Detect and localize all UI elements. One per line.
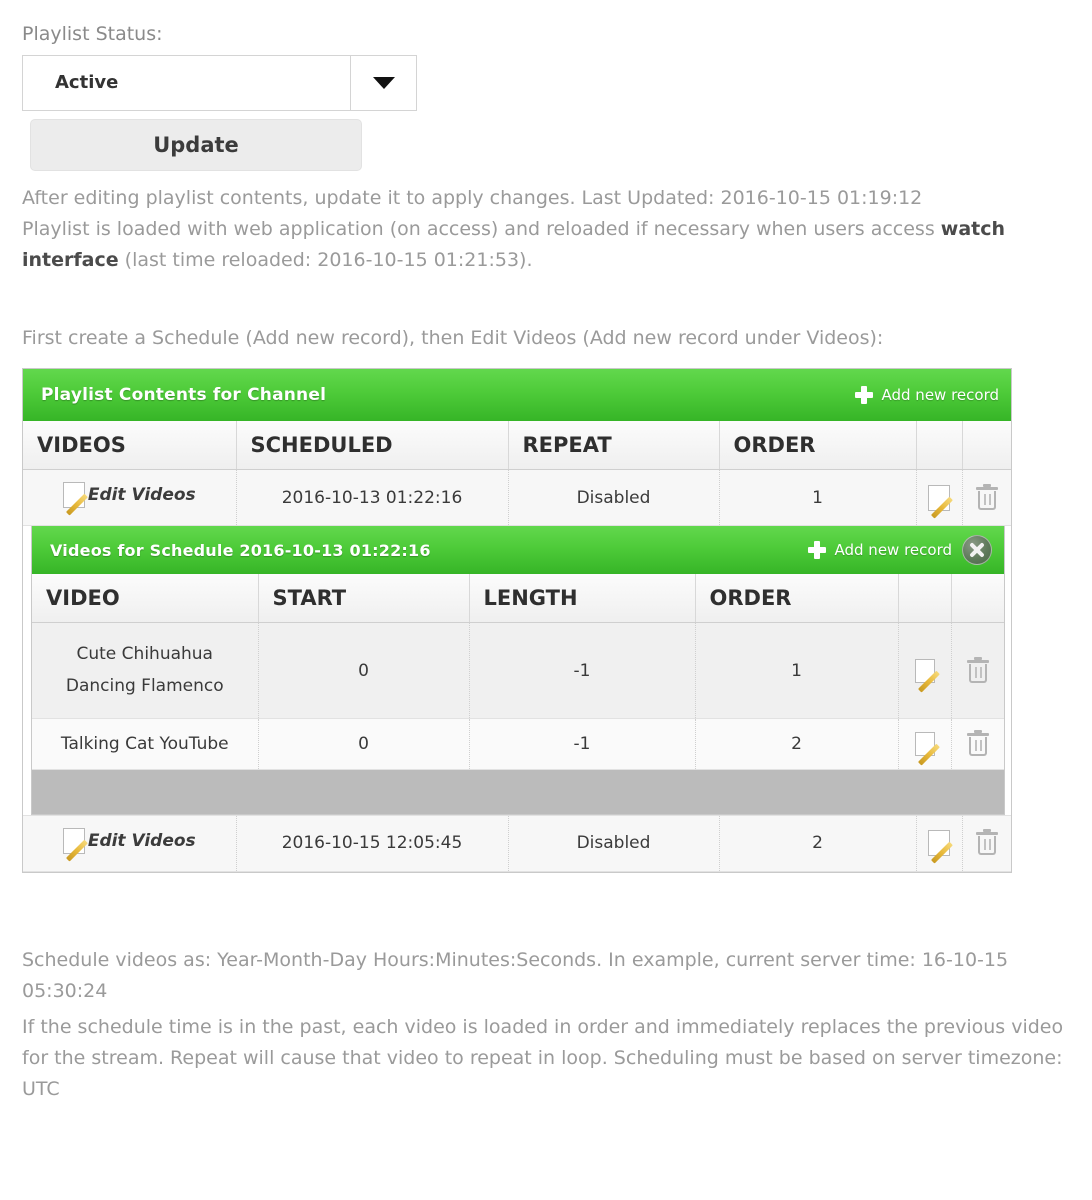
col-header-edit-nested: [898, 574, 952, 624]
table-header-row-outer: VIDEOS SCHEDULED REPEAT ORDER: [23, 421, 1011, 471]
cell-length: -1: [469, 718, 696, 770]
edit-icon: [62, 482, 85, 509]
cell-video-title: Talking Cat YouTube: [32, 718, 259, 770]
cell-delete-action[interactable]: [962, 469, 1011, 527]
videos-for-schedule-header-actions: Add new record: [807, 535, 992, 566]
edit-icon[interactable]: [914, 658, 935, 683]
col-header-length: LENGTH: [469, 574, 696, 624]
edit-icon[interactable]: [914, 731, 935, 756]
playlist-status-label: Playlist Status:: [22, 23, 163, 45]
cell-scheduled: 2016-10-13 01:22:16: [236, 469, 509, 527]
playlist-status-form: Playlist Status: Active Update: [22, 22, 1070, 171]
col-header-scheduled: SCHEDULED: [236, 421, 509, 471]
videos-for-schedule-title: Videos for Schedule 2016-10-13 01:22:16: [50, 540, 431, 560]
edit-icon[interactable]: [928, 484, 950, 511]
table-header-row-nested: VIDEO START LENGTH ORDER: [32, 574, 1004, 624]
cell-delete-action[interactable]: [951, 718, 1004, 770]
nested-grid-footer-strip: [32, 769, 1004, 814]
cell-order: 2: [719, 815, 917, 872]
playlist-contents-grid: Playlist Contents for Channel Add new re…: [22, 368, 1012, 873]
cell-video-title: Cute Chihuahua Dancing Flamenco: [32, 622, 259, 719]
cell-edit-action[interactable]: [898, 718, 952, 770]
cell-order: 1: [719, 469, 917, 527]
trash-icon[interactable]: [975, 829, 998, 856]
col-header-videos: VIDEOS: [23, 421, 237, 471]
cell-order: 1: [695, 622, 899, 719]
col-header-edit: [916, 421, 963, 471]
add-new-record-label-nested: Add new record: [834, 541, 953, 560]
videos-for-schedule-grid: Videos for Schedule 2016-10-13 01:22:16 …: [31, 526, 1005, 815]
nested-grid-container: Videos for Schedule 2016-10-13 01:22:16 …: [23, 525, 1011, 816]
cell-repeat: Disabled: [508, 469, 720, 527]
col-header-delete-nested: [951, 574, 1004, 624]
update-button[interactable]: Update: [30, 118, 362, 171]
chevron-down-icon: [372, 76, 395, 89]
playlist-status-select[interactable]: Active: [22, 54, 417, 111]
col-header-order: ORDER: [719, 421, 917, 471]
plus-icon: [807, 541, 826, 560]
edit-icon[interactable]: [928, 830, 950, 857]
cell-edit-action[interactable]: [898, 622, 952, 719]
playlist-admin-page: Playlist Status: Active Update After edi…: [0, 0, 1092, 1200]
edit-videos-link[interactable]: Edit Videos: [62, 827, 196, 854]
add-new-record-button-outer[interactable]: Add new record: [854, 386, 1000, 405]
edit-videos-label: Edit Videos: [87, 830, 196, 851]
videos-for-schedule-header: Videos for Schedule 2016-10-13 01:22:16 …: [32, 526, 1004, 575]
playlist-contents-header-actions: Add new record: [854, 386, 1000, 405]
cell-repeat: Disabled: [508, 815, 720, 872]
cell-scheduled: 2016-10-15 12:05:45: [236, 815, 509, 872]
cell-order: 2: [695, 718, 899, 770]
playlist-contents-title: Playlist Contents for Channel: [41, 385, 327, 406]
cell-delete-action[interactable]: [962, 815, 1011, 872]
first-create-instruction: First create a Schedule (Add new record)…: [22, 326, 884, 349]
table-row[interactable]: Talking Cat YouTube 0 -1 2: [32, 718, 1004, 770]
schedule-behavior-note: If the schedule time is in the past, eac…: [22, 1015, 1064, 1101]
videos-for-schedule-table: VIDEO START LENGTH ORDER Cute Chihuahua …: [32, 574, 1004, 770]
cell-edit-action[interactable]: [916, 469, 963, 527]
cell-length: -1: [469, 622, 696, 719]
plus-icon: [854, 386, 873, 405]
col-header-delete: [962, 421, 1011, 471]
edit-videos-label: Edit Videos: [87, 485, 196, 506]
edit-videos-link[interactable]: Edit Videos: [62, 482, 196, 509]
table-row[interactable]: Edit Videos 2016-10-13 01:22:16 Disabled…: [23, 469, 1011, 527]
close-circle-icon: [969, 542, 985, 558]
schedule-format-note: Schedule videos as: Year-Month-Day Hours…: [22, 948, 1009, 1003]
col-header-repeat: REPEAT: [508, 421, 720, 471]
playlist-reload-note: Playlist is loaded with web application …: [22, 214, 1070, 277]
cell-delete-action[interactable]: [951, 622, 1004, 719]
reload-note-part1: Playlist is loaded with web application …: [22, 218, 941, 241]
cell-edit-videos[interactable]: Edit Videos: [23, 469, 237, 527]
col-header-start: START: [258, 574, 470, 624]
cell-start: 0: [258, 622, 470, 719]
close-nested-grid-button[interactable]: [962, 535, 992, 566]
table-row[interactable]: Edit Videos 2016-10-15 12:05:45 Disabled…: [23, 815, 1011, 872]
add-new-record-button-nested[interactable]: Add new record: [807, 541, 953, 560]
trash-icon[interactable]: [966, 729, 989, 757]
col-header-video: VIDEO: [32, 574, 259, 624]
add-new-record-label-outer: Add new record: [881, 386, 1000, 405]
playlist-status-select-value[interactable]: Active: [22, 54, 351, 111]
table-row[interactable]: Cute Chihuahua Dancing Flamenco 0 -1 1: [32, 622, 1004, 719]
col-header-order-nested: ORDER: [695, 574, 899, 624]
nested-grid-row: Videos for Schedule 2016-10-13 01:22:16 …: [23, 525, 1011, 816]
playlist-contents-header: Playlist Contents for Channel Add new re…: [23, 369, 1011, 422]
playlist-status-select-arrow[interactable]: [351, 54, 417, 111]
cell-edit-action[interactable]: [916, 815, 963, 872]
playlist-contents-table: VIDEOS SCHEDULED REPEAT ORDER Edit Video…: [23, 421, 1011, 872]
reload-note-part2: (last time reloaded: 2016-10-15 01:21:53…: [118, 249, 533, 272]
cell-edit-videos[interactable]: Edit Videos: [23, 815, 237, 872]
last-updated-note: After editing playlist contents, update …: [22, 186, 923, 209]
trash-icon[interactable]: [966, 656, 989, 684]
edit-icon: [62, 827, 85, 854]
cell-start: 0: [258, 718, 470, 770]
trash-icon[interactable]: [975, 483, 998, 511]
